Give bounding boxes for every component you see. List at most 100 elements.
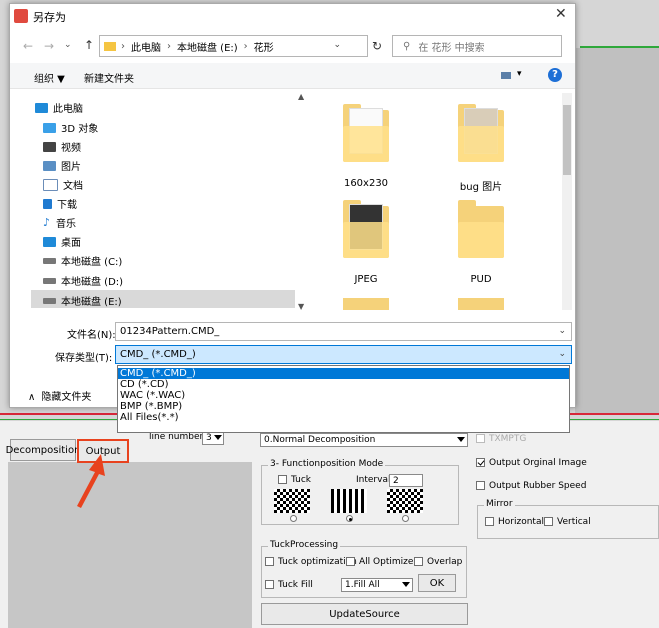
chevron-down-icon[interactable]: ⌄	[64, 40, 72, 50]
nav-item-download[interactable]: 下载	[43, 196, 77, 211]
view-options-icon[interactable]	[501, 72, 511, 79]
output-original-image-label: Output Orginal Image	[489, 458, 587, 468]
forward-arrow-icon[interactable]: →	[44, 39, 54, 53]
decomposition-button[interactable]: Decomposition	[6, 439, 80, 461]
help-icon[interactable]: ?	[548, 68, 562, 82]
horizontal-checkbox[interactable]: Horizontal	[485, 517, 544, 527]
output-rubber-speed-check[interactable]	[476, 481, 485, 490]
folder-160x230[interactable]	[343, 104, 389, 162]
chevron-down-icon	[214, 435, 222, 440]
filetype-label: 保存类型(T):	[55, 353, 113, 364]
nav-item-desktop[interactable]: 桌面	[43, 234, 81, 249]
hide-folders-label: 隐藏文件夹	[41, 392, 92, 403]
nav-item-video[interactable]: 视频	[43, 139, 81, 154]
nav-scroll-up-icon[interactable]: ▲	[298, 92, 304, 101]
txmptg-checkbox[interactable]: TXMPTG	[476, 434, 526, 444]
filetype-option[interactable]: BMP (*.BMP)	[118, 401, 569, 412]
tuck-checkbox[interactable]: Tuck	[278, 475, 311, 485]
vertical-check[interactable]	[544, 517, 553, 526]
folder-label-bug-pictures: bug 图片	[459, 182, 503, 193]
filetype-option[interactable]: CD (*.CD)	[118, 379, 569, 390]
line-numbers-label: line numbers	[149, 432, 208, 442]
breadcrumb-this-pc[interactable]: 此电脑	[131, 39, 161, 54]
search-icon: ⚲	[403, 40, 411, 52]
chevron-down-icon[interactable]: ▾	[517, 69, 522, 79]
address-bar[interactable]: › 此电脑 › 本地磁盘 (E:) › 花形 ⌄	[99, 35, 368, 57]
new-folder-button[interactable]: 新建文件夹	[84, 70, 134, 85]
folder-label-pud: PUD	[470, 274, 492, 285]
tuck-pattern-2	[331, 489, 367, 513]
output-original-image-check[interactable]	[476, 458, 485, 467]
nav-item-music[interactable]: ♪ 音乐	[43, 215, 76, 230]
tuck-check[interactable]	[278, 475, 287, 484]
ok-button[interactable]: OK	[418, 574, 456, 592]
update-source-button[interactable]: UpdateSource	[261, 603, 468, 625]
horizontal-check[interactable]	[485, 517, 494, 526]
nav-item-this-pc[interactable]: 此电脑	[35, 100, 83, 115]
txmptg-label: TXMPTG	[489, 434, 527, 444]
pattern-radio-1[interactable]	[290, 515, 297, 522]
download-icon	[43, 198, 52, 209]
filetype-select[interactable]: CMD_ (*.CMD_) ⌄	[115, 345, 572, 364]
txmptg-check[interactable]	[476, 434, 485, 443]
filetype-dropdown-list: CMD_ (*.CMD_) CD (*.CD) WAC (*.WAC) BMP …	[117, 365, 570, 433]
chevron-down-icon[interactable]: ⌄	[333, 40, 341, 50]
nav-item-documents[interactable]: 文档	[43, 177, 83, 192]
nav-label: 本地磁盘 (C:)	[61, 257, 123, 268]
tuck-processing-title: TuckProcessing	[268, 540, 341, 550]
folder-bug-pictures[interactable]	[458, 104, 504, 162]
nav-scroll-down-icon[interactable]: ▼	[298, 302, 304, 311]
filetype-option[interactable]: CMD_ (*.CMD_)	[118, 368, 569, 379]
overlap-check[interactable]	[414, 557, 423, 566]
nav-item-drive-d[interactable]: 本地磁盘 (D:)	[43, 273, 123, 288]
filetype-option[interactable]: WAC (*.WAC)	[118, 390, 569, 401]
nav-item-drive-c[interactable]: 本地磁盘 (C:)	[43, 253, 122, 268]
breadcrumb-huaxing[interactable]: 花形	[254, 39, 274, 54]
chevron-down-icon[interactable]: ⌄	[558, 349, 566, 359]
folder-jpeg[interactable]	[343, 200, 389, 258]
nav-item-3d-objects[interactable]: 3D 对象	[43, 120, 98, 135]
tuck-fill-check[interactable]	[265, 580, 274, 589]
preview-area	[8, 462, 252, 628]
pattern-radio-3[interactable]	[402, 515, 409, 522]
refresh-icon[interactable]: ↻	[372, 39, 382, 53]
close-icon[interactable]: ✕	[555, 6, 567, 22]
filename-input[interactable]: 01234Pattern.CMD_ ⌄	[115, 322, 572, 341]
nav-item-drive-e[interactable]: 本地磁盘 (E:)	[43, 293, 122, 308]
tuck-optimization-checkbox[interactable]: Tuck optimization	[265, 557, 357, 567]
tuck-optimization-check[interactable]	[265, 557, 274, 566]
nav-item-pictures[interactable]: 图片	[43, 158, 81, 173]
output-rubber-speed-checkbox[interactable]: Output Rubber Speed	[476, 481, 586, 491]
filetype-value: CMD_ (*.CMD_)	[120, 349, 196, 360]
up-arrow-icon[interactable]: ↑	[84, 38, 94, 52]
filetype-option[interactable]: All Files(*.*)	[118, 412, 569, 423]
output-original-image-checkbox[interactable]: Output Orginal Image	[476, 458, 587, 468]
vertical-checkbox[interactable]: Vertical	[544, 517, 591, 527]
overlap-label: Overlap	[427, 557, 463, 567]
line-numbers-select[interactable]: 3	[202, 431, 224, 445]
all-optimize-check[interactable]	[346, 557, 355, 566]
search-input[interactable]: ⚲ 在 花形 中搜索	[392, 35, 562, 57]
decomposition-mode-select[interactable]: 0.Normal Decomposition	[260, 433, 468, 447]
back-arrow-icon[interactable]: ←	[23, 39, 33, 53]
interval-spinner[interactable]: 2	[389, 474, 423, 487]
chevron-down-icon[interactable]: ⌄	[558, 326, 566, 336]
organize-menu[interactable]: 组织 ▼	[34, 70, 65, 85]
horizontal-label: Horizontal	[498, 517, 544, 527]
output-rubber-speed-label: Output Rubber Speed	[489, 481, 587, 491]
file-pane-scroll-thumb[interactable]	[563, 105, 571, 175]
nav-label: 视频	[61, 143, 81, 154]
decomposition-mode-value: 0.Normal Decomposition	[264, 435, 376, 445]
fill-mode-select[interactable]: 1.Fill All	[341, 578, 413, 592]
tuck-fill-checkbox[interactable]: Tuck Fill	[265, 580, 313, 590]
pattern-radio-2[interactable]	[346, 515, 353, 522]
folder-partial-2[interactable]	[458, 298, 504, 310]
folder-partial-1[interactable]	[343, 298, 389, 310]
all-optimize-checkbox[interactable]: All Optimize	[346, 557, 413, 567]
folder-pud[interactable]	[458, 200, 504, 258]
hide-folders-toggle[interactable]: ∧ 隐藏文件夹	[28, 388, 91, 403]
breadcrumb-drive-e[interactable]: 本地磁盘 (E:)	[177, 39, 238, 54]
drive-icon	[43, 297, 56, 304]
nav-label: 文档	[63, 181, 83, 192]
overlap-checkbox[interactable]: Overlap	[414, 557, 462, 567]
